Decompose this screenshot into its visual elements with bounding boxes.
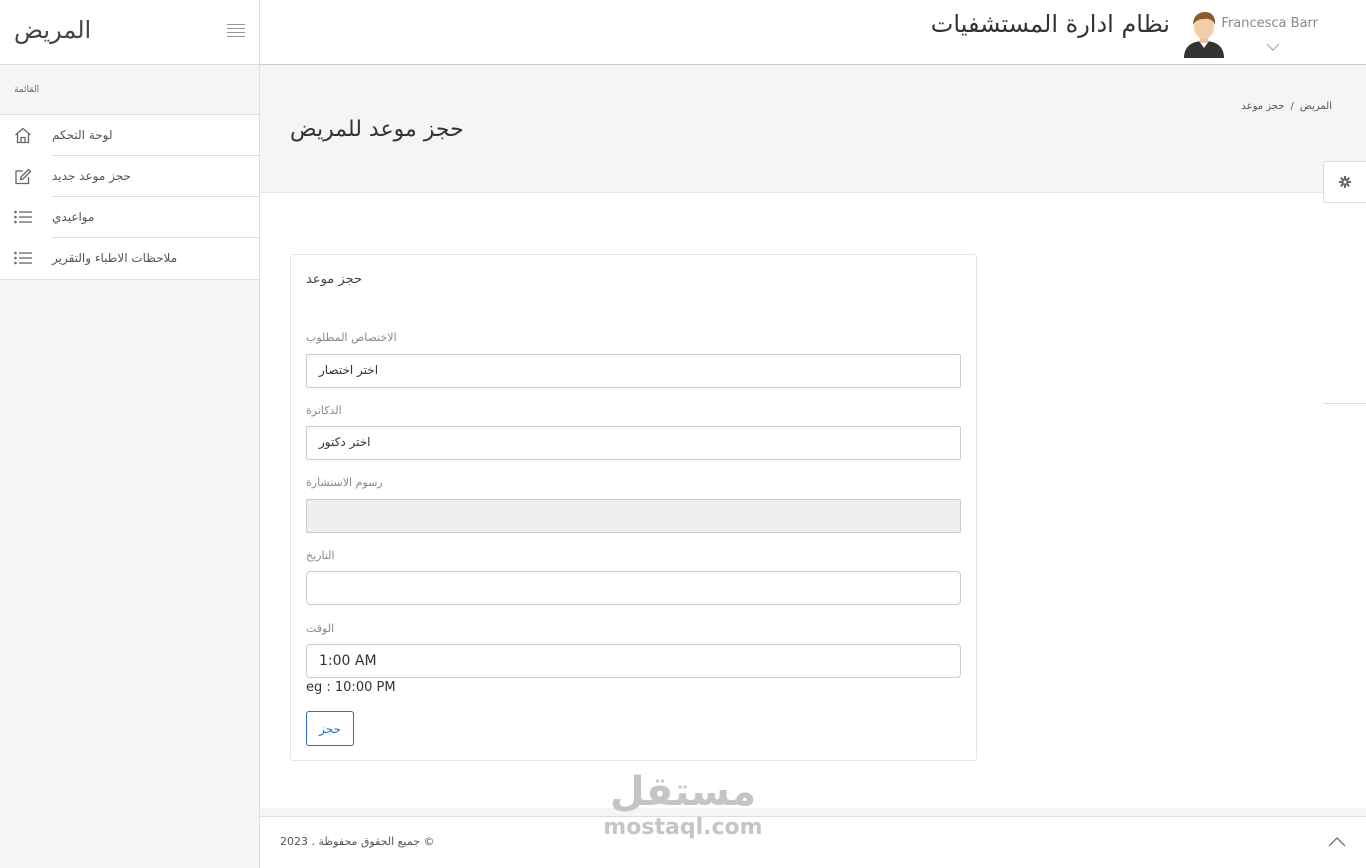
- sidebar-header: المريض: [0, 0, 259, 65]
- sidebar-brand: المريض: [14, 16, 92, 44]
- list-icon: [14, 209, 34, 227]
- fee-field: [306, 499, 961, 533]
- watermark-arabic: مستقل: [609, 769, 757, 815]
- list-icon: [14, 250, 34, 268]
- book-button[interactable]: حجز: [306, 711, 354, 746]
- sidebar-menu-title: القائمة: [0, 65, 259, 115]
- time-hint: eg : 10:00 PM: [306, 680, 396, 695]
- breadcrumb: المريض / حجز موعد: [1241, 101, 1332, 112]
- sidebar-item-label: لوحة التحكم: [52, 128, 113, 142]
- date-field[interactable]: [306, 571, 961, 605]
- page-header: حجز موعد للمريض المريض / حجز موعد: [260, 65, 1366, 193]
- sidebar-item-dashboard[interactable]: لوحة التحكم: [0, 115, 259, 156]
- user-name[interactable]: Francesca Barr: [1221, 16, 1318, 31]
- fee-label: رسوم الاستشارة: [306, 476, 383, 489]
- chevron-up-icon[interactable]: [1328, 833, 1346, 847]
- app-title: نظام ادارة المستشفيات: [930, 10, 1170, 38]
- breadcrumb-item-current: حجز موعد: [1241, 101, 1285, 112]
- appointment-form-card: حجز موعد الاختصاص المطلوب اختر اختصار ال…: [290, 254, 977, 761]
- edit-icon: [14, 168, 34, 186]
- chevron-down-icon[interactable]: [1266, 36, 1280, 51]
- doctor-select[interactable]: اختر دكتور: [306, 426, 961, 460]
- doctors-label: الدكاترة: [306, 404, 342, 417]
- sidebar: المريض القائمة لوحة التحكم حجز موعد جديد…: [0, 0, 260, 868]
- watermark-logo: مستقل mostaql.com: [598, 770, 768, 842]
- watermark-latin: mostaql.com: [603, 815, 763, 840]
- time-field[interactable]: 1:00 AM: [306, 644, 961, 678]
- sidebar-item-label: ملاحظات الاطباء والتقرير: [52, 251, 178, 265]
- sidebar-item-new-appointment[interactable]: حجز موعد جديد: [0, 156, 259, 197]
- breadcrumb-item[interactable]: المريض: [1300, 101, 1332, 112]
- specialty-select[interactable]: اختر اختصار: [306, 354, 961, 388]
- gear-icon: [1339, 176, 1351, 188]
- breadcrumb-separator: /: [1290, 101, 1294, 112]
- time-label: الوقت: [306, 622, 335, 635]
- sidebar-menu: لوحة التحكم حجز موعد جديد مواعيدي ملاحظا…: [0, 115, 259, 280]
- sidebar-item-label: حجز موعد جديد: [52, 169, 131, 183]
- top-bar: نظام ادارة المستشفيات Francesca Barr: [260, 0, 1366, 65]
- sidebar-item-doctor-notes[interactable]: ملاحظات الاطباء والتقرير: [0, 238, 259, 279]
- user-avatar[interactable]: [1182, 10, 1226, 58]
- card-title: حجز موعد: [306, 272, 362, 287]
- specialty-label: الاختصاص المطلوب: [306, 331, 397, 344]
- sidebar-item-label: مواعيدي: [52, 210, 95, 224]
- sidebar-item-my-appointments[interactable]: مواعيدي: [0, 197, 259, 238]
- footer: جميع الحقوق محفوظة . 2023 ©: [260, 816, 1366, 868]
- copyright-text: جميع الحقوق محفوظة . 2023 ©: [280, 835, 435, 848]
- footer-band: [260, 808, 1366, 816]
- settings-button[interactable]: [1323, 161, 1366, 203]
- page-title: حجز موعد للمريض: [290, 117, 464, 142]
- home-icon: [14, 127, 34, 145]
- date-label: التاريخ: [306, 549, 335, 562]
- divider: [1323, 403, 1366, 404]
- menu-toggle-icon[interactable]: [227, 24, 245, 38]
